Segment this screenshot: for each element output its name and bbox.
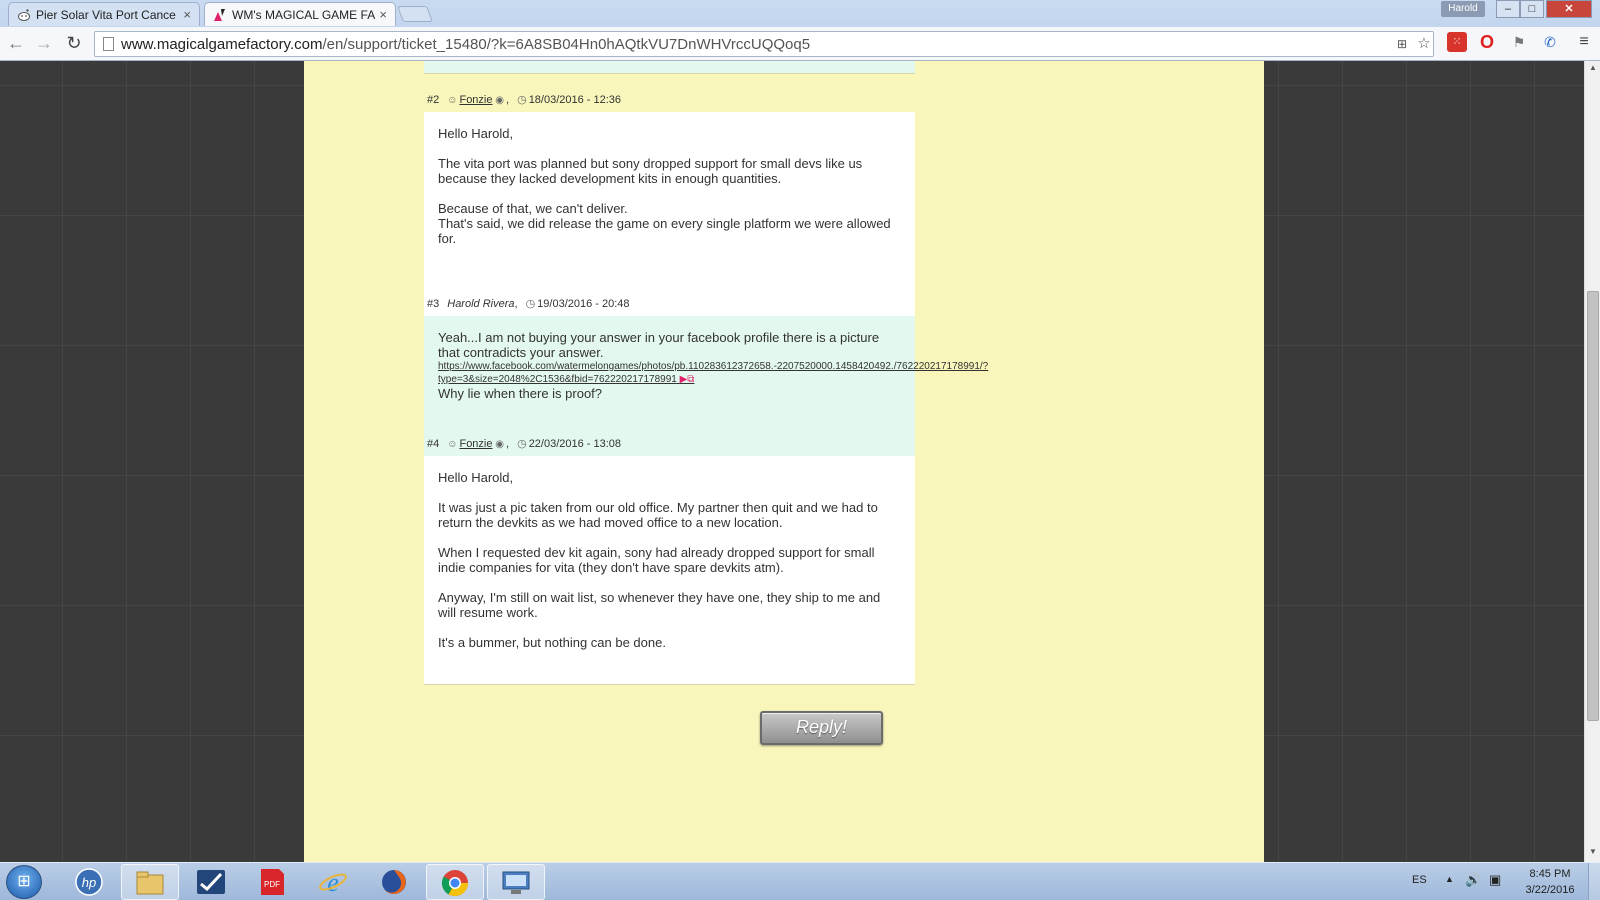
translate-icon[interactable]: ⊞ — [1393, 35, 1411, 53]
tab-magical-game-factory[interactable]: WM's MAGICAL GAME FA × — [204, 2, 396, 26]
back-arrow-icon[interactable]: ← — [4, 32, 28, 56]
user-icon: ☺ — [447, 439, 458, 450]
tab-title: Pier Solar Vita Port Cance — [36, 7, 176, 22]
url-host: www.magicalgamefactory.com — [121, 36, 323, 53]
staff-badge-icon: ◉ — [492, 95, 505, 106]
svg-text:hp: hp — [82, 875, 96, 890]
file-explorer-icon[interactable] — [121, 864, 179, 900]
message-paragraph: Because of that, we can't deliver. That'… — [438, 201, 891, 246]
internet-explorer-icon[interactable]: e — [304, 864, 362, 900]
scroll-down-arrow-icon[interactable]: ▼ — [1585, 847, 1600, 859]
tray-expand-icon[interactable]: ▲ — [1445, 874, 1454, 884]
author-link[interactable]: Fonzie — [459, 94, 492, 106]
message-text: Yeah...I am not buying your answer in yo… — [438, 330, 880, 360]
message-number: #2 — [427, 94, 440, 106]
address-bar[interactable]: www.magicalgamefactory.com/en/support/ti… — [94, 31, 1434, 57]
tab-close-icon[interactable]: × — [183, 7, 191, 22]
forward-arrow-icon[interactable]: → — [32, 32, 56, 56]
pdf-icon[interactable]: PDF — [243, 864, 301, 900]
previous-message-card — [424, 61, 915, 74]
tab-close-icon[interactable]: × — [379, 7, 387, 22]
profile-badge[interactable]: Harold — [1441, 1, 1485, 17]
volume-icon[interactable]: 🔊 — [1465, 872, 1481, 888]
message-card-staff: Hello Harold, It was just a pic taken fr… — [424, 456, 915, 685]
chrome-icon[interactable] — [426, 864, 484, 900]
user-icon: ☺ — [447, 95, 458, 106]
message-number: #3 — [427, 298, 440, 310]
message-paragraph: Hello Harold, — [438, 126, 514, 141]
windows-taskbar: ⊞ hp PDF e ES ▲ 🔊 ▣ 8:45 PM 3/22/2016 — [0, 862, 1600, 900]
message-paragraph: It's a bummer, but nothing can be done. — [438, 635, 666, 650]
start-button[interactable]: ⊞ — [6, 865, 42, 899]
browser-chrome: Pier Solar Vita Port Cance × WM's MAGICA… — [0, 0, 1600, 61]
extension-opera-icon[interactable]: O — [1477, 32, 1497, 52]
message-text: Why lie when there is proof? — [438, 386, 603, 401]
message-paragraph: When I requested dev kit again, sony had… — [438, 545, 875, 575]
close-window-button[interactable]: ✕ — [1546, 0, 1592, 18]
extension-phone-icon[interactable]: ✆ — [1540, 32, 1560, 52]
url-path: /en/support/ticket_15480/?k=6A8SB04Hn0hA… — [322, 36, 811, 53]
watermelon-favicon-icon — [213, 8, 227, 22]
clock-time[interactable]: 8:45 PM — [1520, 868, 1580, 880]
url-text[interactable]: www.magicalgamefactory.com/en/support/ti… — [121, 36, 810, 53]
clock-icon: ◷ — [517, 94, 527, 106]
tab-title: WM's MAGICAL GAME FA — [232, 7, 376, 22]
firefox-icon[interactable] — [365, 864, 423, 900]
clock-icon: ◷ — [517, 438, 527, 450]
clock-date[interactable]: 3/22/2016 — [1520, 884, 1580, 896]
message-card-user: Yeah...I am not buying your answer in yo… — [424, 316, 988, 478]
task-manager-icon[interactable] — [182, 864, 240, 900]
clock-icon: ◷ — [525, 298, 536, 310]
message-paragraph: Hello Harold, — [438, 470, 514, 485]
minimize-button[interactable]: – — [1496, 0, 1520, 18]
reply-button[interactable]: Reply! — [760, 711, 883, 745]
bookmark-star-icon[interactable]: ☆ — [1415, 35, 1433, 53]
external-link-icon: ▶⧉ — [679, 374, 695, 385]
message-meta: #2 ☺ Fonzie ◉, ◷ 18/03/2016 - 12:36 — [427, 94, 622, 106]
show-desktop-button[interactable] — [1588, 863, 1600, 900]
new-tab-button[interactable] — [397, 6, 433, 22]
staff-badge-icon: ◉ — [492, 439, 505, 450]
message-datetime: 22/03/2016 - 13:08 — [528, 438, 622, 450]
message-number: #4 — [427, 438, 440, 450]
browser-toolbar: ← → ↻ www.magicalgamefactory.com/en/supp… — [0, 27, 1600, 61]
tab-pier-solar[interactable]: Pier Solar Vita Port Cance × — [8, 2, 200, 26]
reddit-favicon-icon — [17, 8, 31, 22]
message-paragraph: It was just a pic taken from our old off… — [438, 500, 878, 530]
author-link[interactable]: Fonzie — [459, 438, 492, 450]
network-icon[interactable]: ▣ — [1489, 872, 1501, 888]
extension-dice-icon[interactable]: ⁙ — [1447, 32, 1467, 52]
scroll-up-arrow-icon[interactable]: ▲ — [1585, 63, 1600, 75]
message-datetime: 18/03/2016 - 12:36 — [528, 94, 622, 106]
tab-strip: Pier Solar Vita Port Cance × WM's MAGICA… — [0, 0, 1600, 26]
message-paragraph: Anyway, I'm still on wait list, so whene… — [438, 590, 881, 620]
language-indicator[interactable]: ES — [1412, 874, 1427, 886]
author-name: Harold Rivera — [447, 298, 515, 310]
page-viewport: #2 ☺ Fonzie ◉, ◷ 18/03/2016 - 12:36 Hello Ha… — [0, 61, 1584, 862]
message-meta: #3 Harold Rivera, ◷ 19/03/2016 - 20:48 — [427, 298, 630, 310]
reload-icon[interactable]: ↻ — [62, 32, 86, 56]
maximize-button[interactable]: □ — [1520, 0, 1544, 18]
facebook-photo-link[interactable]: https://www.facebook.com/watermelongames… — [438, 360, 1038, 386]
message-meta: #4 ☺ Fonzie ◉, ◷ 22/03/2016 - 13:08 — [427, 438, 622, 450]
remote-desktop-icon[interactable] — [487, 864, 545, 900]
scroll-thumb[interactable] — [1587, 291, 1599, 721]
svg-text:e: e — [327, 868, 339, 897]
message-paragraph: The vita port was planned but sony dropp… — [438, 156, 863, 186]
link-text: https://www.facebook.com/watermelongames… — [438, 361, 989, 385]
vertical-scrollbar[interactable]: ▲ ▼ — [1584, 61, 1600, 862]
message-datetime: 19/03/2016 - 20:48 — [537, 298, 630, 310]
page-icon — [103, 37, 114, 51]
extension-flag-icon[interactable]: ⚑ — [1509, 32, 1529, 52]
hp-icon[interactable]: hp — [60, 864, 118, 900]
svg-text:PDF: PDF — [264, 880, 280, 889]
chrome-menu-icon[interactable]: ≡ — [1574, 32, 1594, 52]
